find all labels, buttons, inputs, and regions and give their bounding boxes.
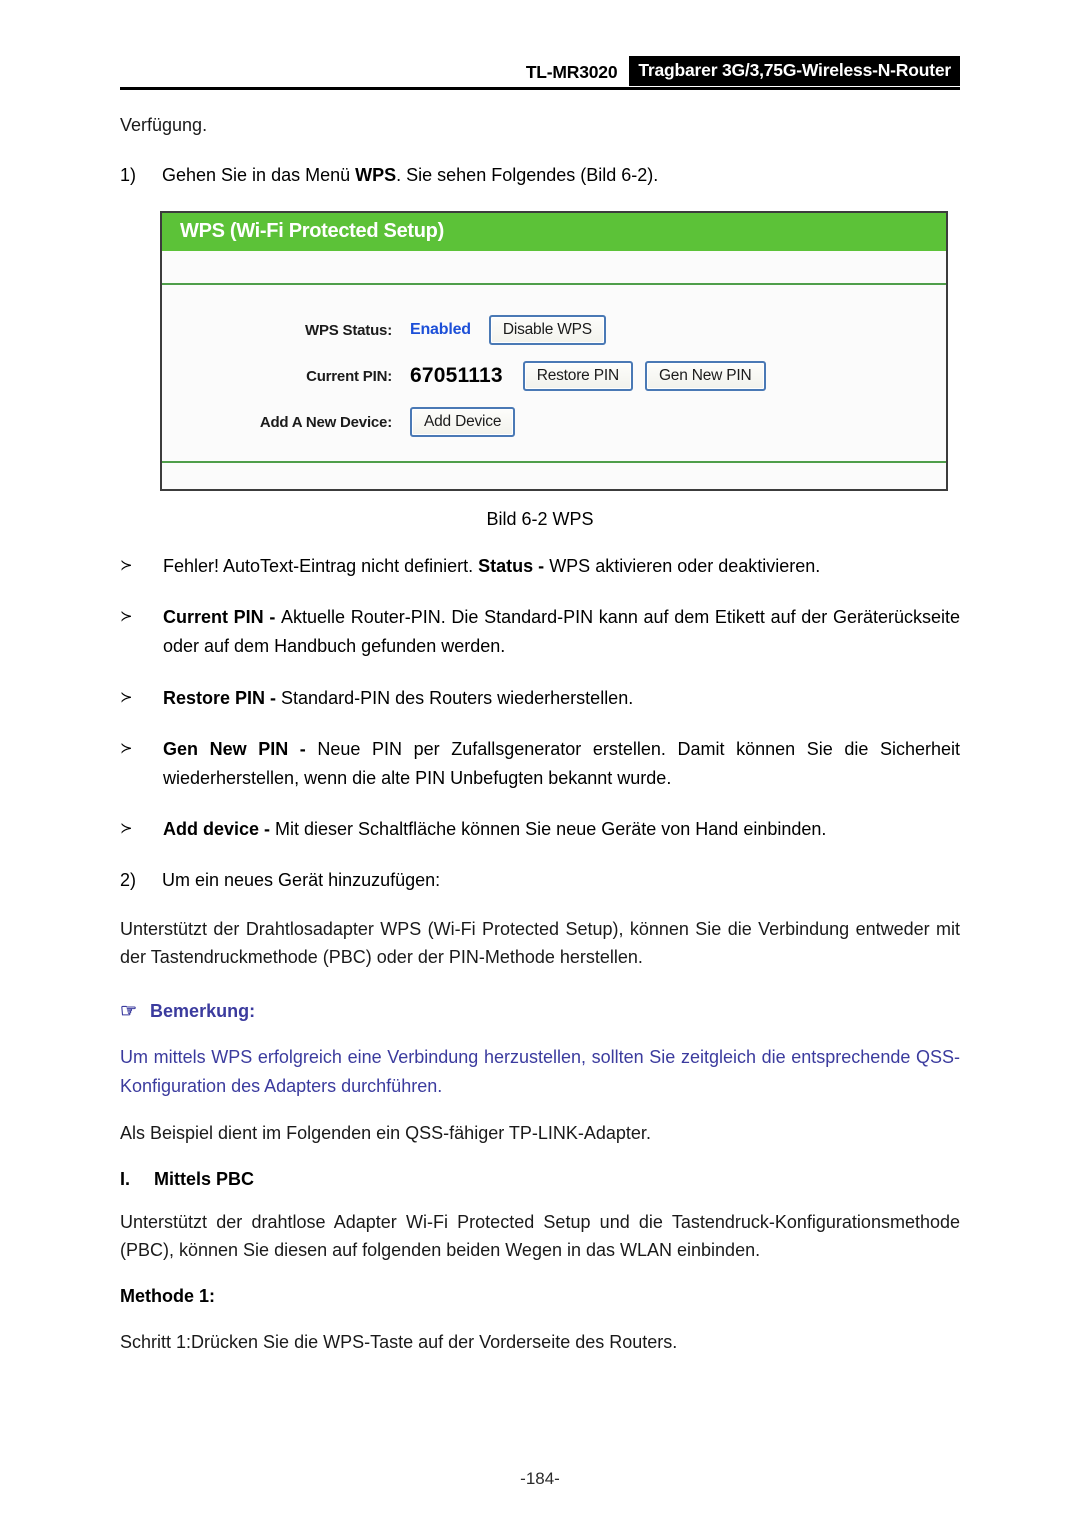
page-header: TL-MR3020 Tragbarer 3G/3,75G-Wireless-N-… — [120, 0, 960, 90]
add-new-device-row: Add A New Device: Add Device — [162, 399, 946, 445]
step-line: Schritt 1:Drücken Sie die WPS-Taste auf … — [120, 1332, 678, 1353]
document-page: TL-MR3020 Tragbarer 3G/3,75G-Wireless-N-… — [0, 0, 1080, 1527]
paragraph-example: Als Beispiel dient im Folgenden ein QSS-… — [120, 1123, 651, 1144]
arrow-bullet-icon: ≻ — [120, 739, 133, 757]
header-divider — [120, 87, 960, 90]
current-pin-value-group: 67051113 Restore PIN Gen New PIN — [410, 360, 766, 392]
note-text: Um mittels WPS erfolgreich eine Verbindu… — [120, 1047, 960, 1097]
wps-panel-spacer — [162, 251, 946, 286]
step-1-text: Gehen Sie in das Menü WPS. Sie sehen Fol… — [162, 161, 960, 189]
step-1-text-before: Gehen Sie in das Menü — [162, 165, 356, 186]
step-2-number: 2) — [120, 870, 137, 891]
section-title: Mittels PBC — [154, 1169, 255, 1190]
bullet-status: ≻ Fehler! AutoText-Eintrag nicht definie… — [120, 552, 960, 581]
bullet-current-pin-bold: Current PIN - — [163, 607, 282, 628]
wps-figure: WPS (Wi-Fi Protected Setup) WPS Status: … — [120, 211, 960, 492]
current-pin-label: Current PIN: — [306, 367, 392, 385]
wps-status-label: WPS Status: — [305, 321, 392, 339]
paragraph-pbc-or-pin: Unterstützt der Drahtlosadapter WPS (Wi-… — [120, 919, 960, 968]
page-number: -184- — [520, 1469, 560, 1488]
note-title: Bemerkung: — [150, 1001, 256, 1022]
bullet-current-pin: ≻ Current PIN - Aktuelle Router-PIN. Die… — [120, 603, 960, 661]
step-1-number: 1) — [120, 165, 137, 186]
bullet-status-rest: WPS aktivieren oder deaktivieren. — [549, 556, 821, 577]
bullet-restore-pin: ≻ Restore PIN - Standard-PIN des Routers… — [120, 684, 960, 713]
header-model: TL-MR3020 — [525, 62, 618, 82]
current-pin-row: Current PIN: 67051113 Restore PIN Gen Ne… — [162, 353, 946, 399]
wps-panel-body: WPS Status: Enabled Disable WPS Current … — [162, 285, 946, 462]
bullet-gen-new-pin: ≻ Gen New PIN - Neue PIN per Zufallsgene… — [120, 735, 960, 793]
wps-panel-title: WPS (Wi-Fi Protected Setup) — [162, 213, 946, 252]
bullet-restore-pin-bold: Restore PIN - — [163, 687, 282, 708]
gen-new-pin-button[interactable]: Gen New PIN — [644, 360, 766, 392]
restore-pin-button[interactable]: Restore PIN — [522, 360, 633, 392]
arrow-bullet-icon: ≻ — [120, 557, 133, 575]
bullet-status-bold: Status - — [478, 556, 550, 577]
note-heading: ☞ Bemerkung: — [120, 1001, 960, 1022]
header-product-title: Tragbarer 3G/3,75G-Wireless-N-Router — [629, 56, 960, 86]
bullet-restore-pin-text: Restore PIN - Standard-PIN des Routers w… — [163, 684, 960, 713]
arrow-bullet-icon: ≻ — [120, 608, 133, 626]
disable-wps-button[interactable]: Disable WPS — [488, 314, 606, 346]
bullet-gen-new-pin-bold: Gen New PIN - — [163, 738, 318, 759]
step-1-bold: WPS — [355, 165, 397, 186]
method-heading: Methode 1: — [120, 1286, 216, 1307]
wps-panel-footer — [162, 461, 946, 490]
bullet-add-device: ≻ Add device - Mit dieser Schaltfläche k… — [120, 815, 960, 844]
wps-status-row: WPS Status: Enabled Disable WPS — [162, 307, 946, 353]
bullet-add-device-rest: Mit dieser Schaltfläche können Sie neue … — [275, 819, 827, 840]
lead-paragraph: Verfügung. — [120, 115, 208, 135]
figure-caption: Bild 6-2 WPS — [486, 509, 594, 530]
step-2: 2) Um ein neues Gerät hinzuzufügen: — [120, 866, 960, 894]
bullet-restore-pin-rest: Standard-PIN des Routers wiederherstelle… — [281, 687, 634, 708]
section-numeral: I. — [120, 1169, 131, 1190]
bullet-status-lead: Fehler! AutoText-Eintrag nicht definiert… — [163, 556, 479, 577]
step-1: 1) Gehen Sie in das Menü WPS. Sie sehen … — [120, 161, 960, 189]
wps-status-value-group: Enabled Disable WPS — [410, 314, 606, 346]
bullet-add-device-bold: Add device - — [163, 819, 276, 840]
pointing-hand-icon: ☞ — [120, 1001, 138, 1023]
bullet-gen-new-pin-text: Gen New PIN - Neue PIN per Zufallsgenera… — [163, 735, 960, 793]
arrow-bullet-icon: ≻ — [120, 820, 133, 838]
step-2-text: Um ein neues Gerät hinzuzufügen: — [162, 870, 441, 891]
add-new-device-value-group: Add Device — [410, 406, 516, 438]
bullet-add-device-text: Add device - Mit dieser Schaltfläche kön… — [163, 815, 960, 844]
add-new-device-label: Add A New Device: — [259, 413, 392, 431]
bullet-status-text: Fehler! AutoText-Eintrag nicht definiert… — [163, 552, 960, 581]
current-pin-value: 67051113 — [410, 364, 503, 388]
wps-status-value: Enabled — [410, 321, 471, 339]
bullet-current-pin-rest: Aktuelle Router-PIN. Die Standard-PIN ka… — [163, 607, 960, 657]
add-device-button[interactable]: Add Device — [410, 406, 516, 438]
paragraph-pbc: Unterstützt der drahtlose Adapter Wi-Fi … — [120, 1212, 960, 1261]
arrow-bullet-icon: ≻ — [120, 688, 133, 706]
step-1-text-after: . Sie sehen Folgendes (Bild 6-2). — [396, 165, 659, 186]
bullet-current-pin-text: Current PIN - Aktuelle Router-PIN. Die S… — [163, 603, 960, 661]
section-heading-pbc: I. Mittels PBC — [120, 1169, 960, 1190]
wps-screenshot-panel: WPS (Wi-Fi Protected Setup) WPS Status: … — [160, 211, 948, 492]
